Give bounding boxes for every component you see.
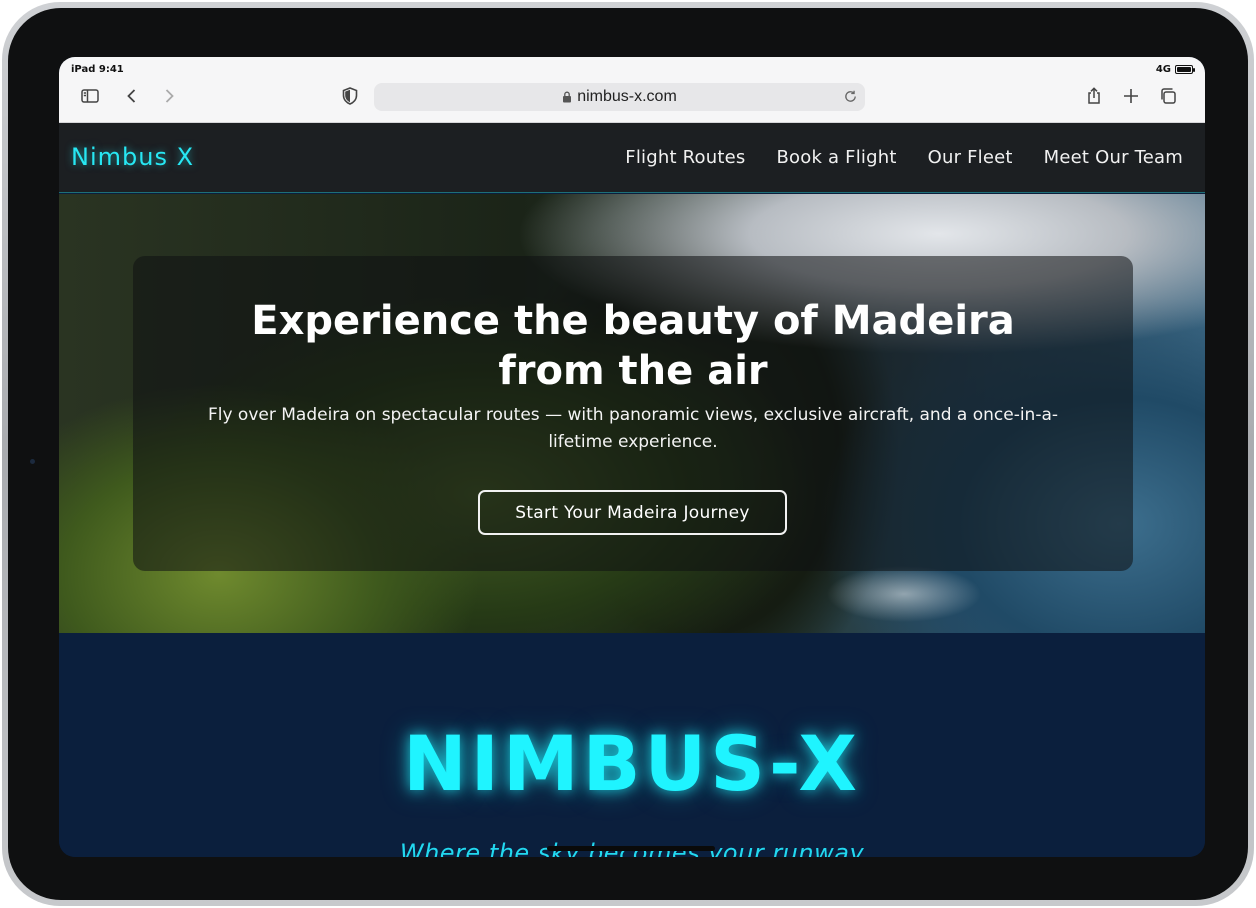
reload-icon[interactable]	[843, 89, 858, 104]
hero-section: Experience the beauty of Madeira from th…	[59, 194, 1205, 633]
tabs-icon[interactable]	[1157, 85, 1179, 107]
nav-link-our-fleet[interactable]: Our Fleet	[928, 147, 1013, 168]
ipad-frame: iPad 9:41 4G nimbus-x.com Nimbus X Fligh…	[2, 2, 1254, 906]
brand-section: NIMBUS-X Where the sky becomes your runw…	[59, 633, 1205, 857]
hero-title: Experience the beauty of Madeira from th…	[251, 298, 1015, 394]
battery-icon	[1175, 65, 1195, 74]
nav-links: Flight Routes Book a Flight Our Fleet Me…	[625, 147, 1183, 168]
start-journey-button[interactable]: Start Your Madeira Journey	[478, 490, 787, 535]
browser-toolbar: iPad 9:41 4G nimbus-x.com	[59, 57, 1205, 123]
lock-icon	[562, 91, 572, 103]
sidebar-icon[interactable]	[79, 85, 101, 107]
status-time: iPad 9:41	[71, 64, 124, 75]
share-icon[interactable]	[1083, 85, 1105, 107]
status-indicators: 4G	[1155, 64, 1195, 75]
nav-link-book-a-flight[interactable]: Book a Flight	[776, 147, 896, 168]
home-indicator	[547, 846, 715, 851]
chevron-right-icon[interactable]	[158, 85, 180, 107]
screen: iPad 9:41 4G nimbus-x.com Nimbus X Fligh…	[59, 57, 1205, 857]
nav-link-meet-our-team[interactable]: Meet Our Team	[1044, 147, 1183, 168]
brand-logo[interactable]: Nimbus X	[71, 143, 194, 171]
hero-overlay-panel: Experience the beauty of Madeira from th…	[133, 256, 1133, 571]
camera-icon	[30, 459, 35, 464]
nav-link-flight-routes[interactable]: Flight Routes	[625, 147, 745, 168]
battery-level	[1177, 67, 1191, 72]
brand-heading: NIMBUS-X	[403, 719, 861, 808]
hero-subtitle: Fly over Madeira on spectacular routes —…	[207, 405, 1059, 452]
network-indicator: 4G	[1155, 64, 1171, 75]
shield-icon[interactable]	[339, 85, 361, 107]
plus-icon[interactable]	[1120, 85, 1142, 107]
address-bar[interactable]: nimbus-x.com	[374, 83, 865, 111]
site-navbar: Nimbus X Flight Routes Book a Flight Our…	[59, 123, 1205, 193]
chevron-left-icon[interactable]	[121, 85, 143, 107]
url-text: nimbus-x.com	[577, 88, 677, 105]
